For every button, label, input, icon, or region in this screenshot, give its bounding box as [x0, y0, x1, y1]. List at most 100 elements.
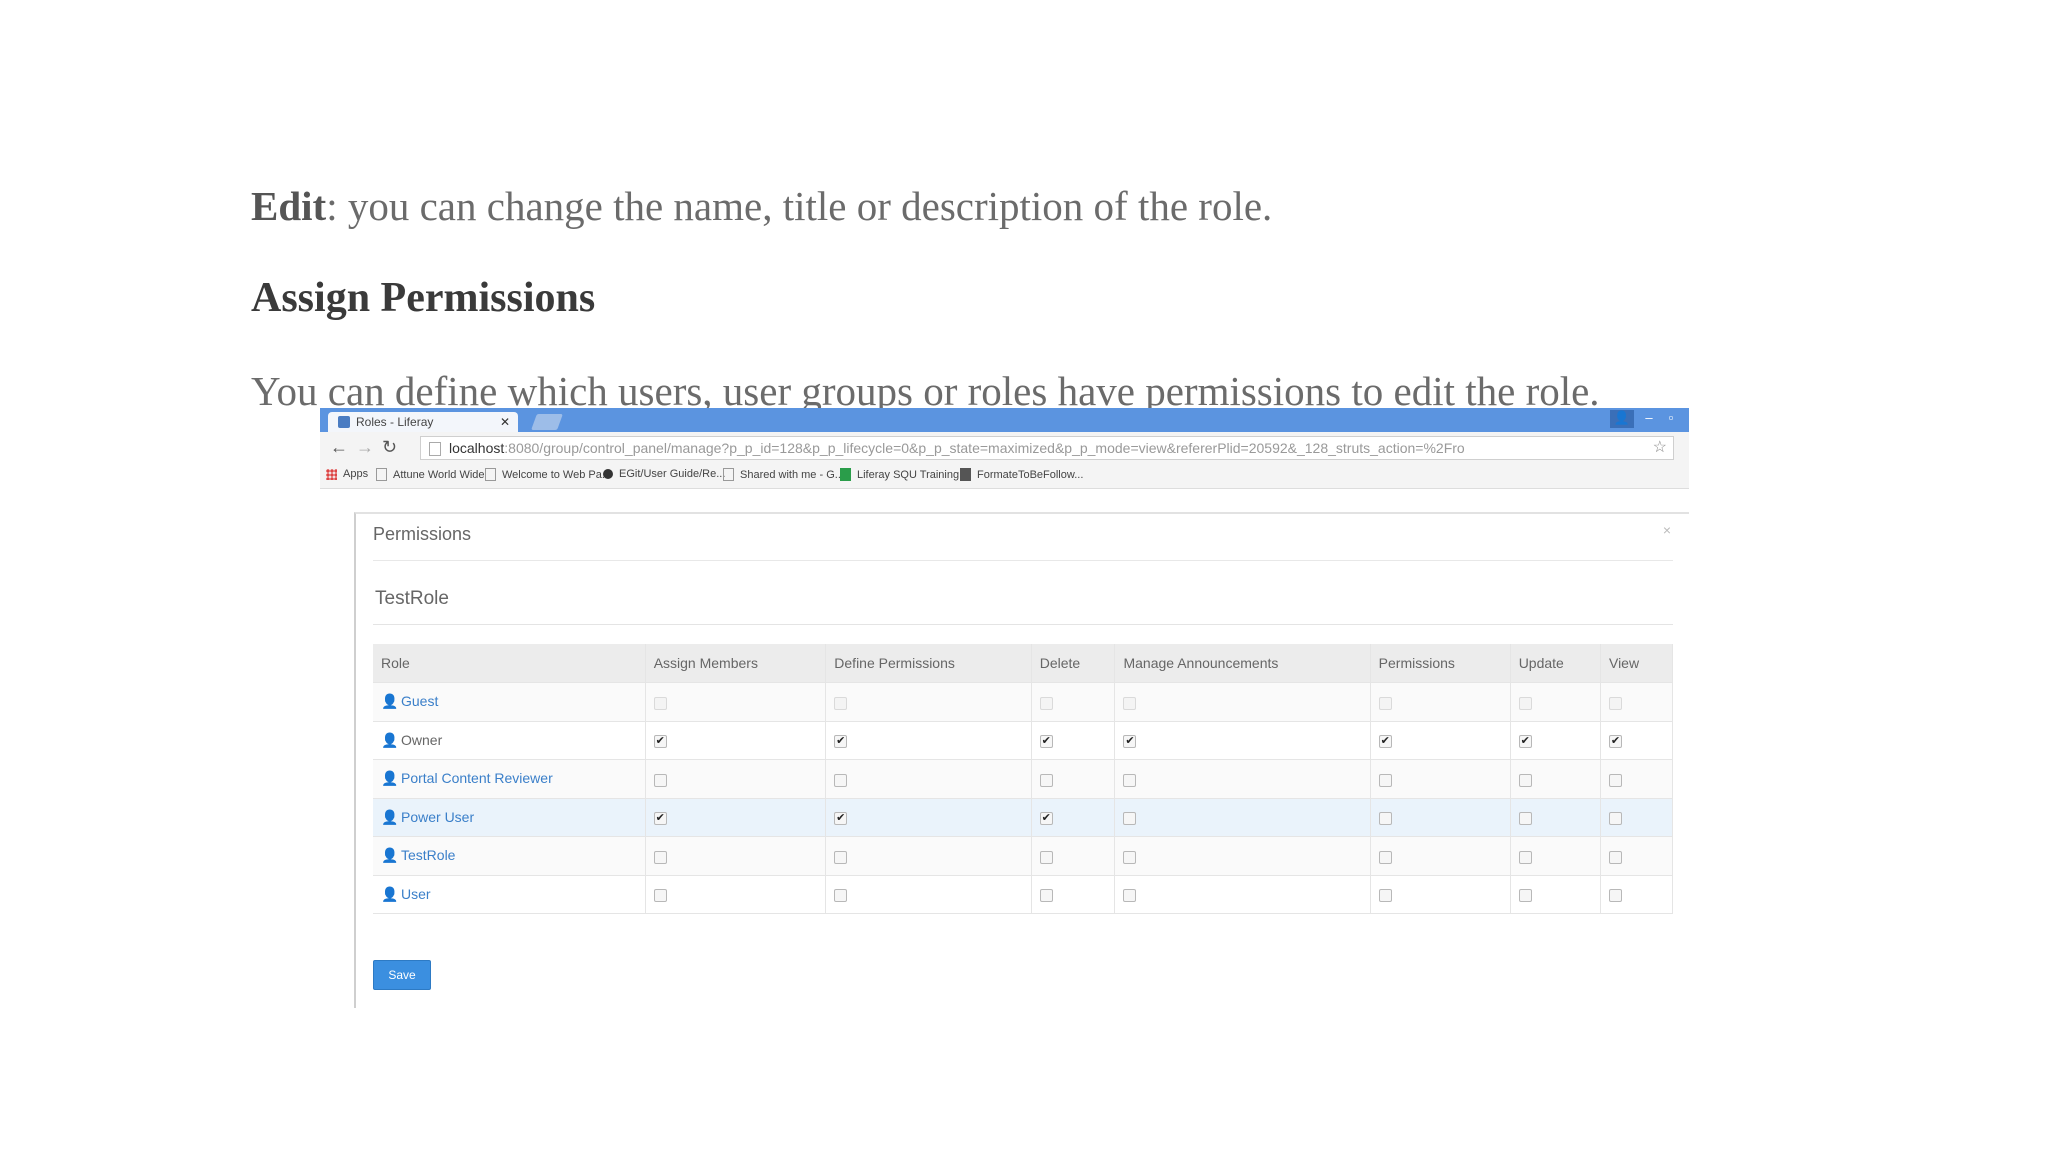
- bookmark-item[interactable]: Apps: [326, 468, 368, 480]
- permission-cell: [1114, 682, 1371, 722]
- permission-checkbox[interactable]: [1039, 889, 1053, 903]
- tab-close-icon[interactable]: ✕: [500, 415, 510, 429]
- edit-term: Edit: [251, 183, 327, 229]
- permission-checkbox[interactable]: [1518, 812, 1532, 826]
- url-field[interactable]: localhost:8080/group/control_panel/manag…: [420, 436, 1674, 460]
- permission-checkbox[interactable]: ✔: [834, 735, 848, 749]
- url-host: localhost: [449, 440, 505, 456]
- bookmark-item[interactable]: Welcome to Web Pa...: [485, 468, 611, 481]
- permission-checkbox: [1378, 696, 1392, 710]
- bookmark-page-icon: [960, 468, 971, 481]
- bookmark-page-icon: [603, 469, 613, 479]
- role-link[interactable]: Guest: [401, 693, 438, 709]
- permission-cell: [825, 759, 1032, 799]
- bookmark-label: Attune World Wide: [393, 468, 485, 481]
- permission-checkbox[interactable]: [1378, 889, 1392, 903]
- url-path: :8080/group/control_panel/manage?p_p_id=…: [504, 440, 1465, 456]
- permission-checkbox[interactable]: ✔: [834, 812, 848, 826]
- permission-cell: [825, 836, 1032, 876]
- permission-cell: ✔: [645, 721, 827, 760]
- permission-checkbox[interactable]: ✔: [1378, 735, 1392, 749]
- minimize-icon[interactable]: –: [1640, 410, 1658, 428]
- dialog-title: Permissions: [373, 524, 472, 544]
- bookmark-star-icon[interactable]: ☆: [1653, 437, 1667, 459]
- permission-checkbox[interactable]: [1608, 850, 1622, 864]
- bookmark-item[interactable]: Shared with me - G...: [723, 468, 844, 481]
- permission-cell: ✔: [825, 798, 1032, 837]
- permission-checkbox[interactable]: ✔: [1039, 812, 1053, 826]
- page-icon: [429, 442, 441, 457]
- new-tab-button[interactable]: [531, 414, 563, 430]
- permissions-table: Role Assign Members Define Permissions Dele…: [373, 644, 1674, 914]
- permission-checkbox[interactable]: [1378, 850, 1392, 864]
- permission-checkbox[interactable]: [1039, 850, 1053, 864]
- profile-icon[interactable]: 👤: [1610, 410, 1634, 428]
- permission-checkbox[interactable]: ✔: [1123, 735, 1137, 749]
- permission-checkbox[interactable]: [1518, 773, 1532, 787]
- back-arrow-icon[interactable]: ←: [330, 437, 348, 458]
- permission-checkbox[interactable]: ✔: [1518, 735, 1532, 749]
- permission-checkbox[interactable]: [1378, 812, 1392, 826]
- role-link[interactable]: User: [401, 886, 431, 902]
- permission-checkbox[interactable]: [1039, 773, 1053, 787]
- permission-checkbox: [834, 696, 848, 710]
- close-icon[interactable]: ×: [1663, 522, 1671, 538]
- bookmark-item[interactable]: FormateToBeFollow...: [960, 468, 1083, 481]
- permission-checkbox[interactable]: [1123, 773, 1137, 787]
- permission-cell: [1370, 682, 1511, 722]
- permission-checkbox[interactable]: ✔: [1039, 735, 1053, 749]
- permission-cell: [1510, 759, 1601, 799]
- maximize-icon[interactable]: ▫: [1662, 410, 1680, 428]
- permission-checkbox[interactable]: [1378, 773, 1392, 787]
- bookmark-page-icon: [840, 468, 851, 481]
- section-heading: Assign Permissions: [251, 275, 596, 321]
- permission-checkbox[interactable]: [834, 889, 848, 903]
- table-body: 👤 Guest 👤 Owner ✔ ✔ ✔ ✔ ✔ ✔ ✔ 👤 Portal Content Revie…: [373, 682, 1674, 914]
- user-icon: 👤: [381, 731, 399, 748]
- permission-cell: [1510, 682, 1601, 722]
- permission-checkbox[interactable]: [834, 773, 848, 787]
- permission-checkbox: [1123, 696, 1137, 710]
- forward-arrow-icon[interactable]: →: [356, 437, 374, 458]
- browser-tab[interactable]: Roles - Liferay ✕: [328, 412, 518, 432]
- permission-checkbox[interactable]: ✔: [653, 812, 667, 826]
- user-icon: 👤: [381, 808, 399, 825]
- permission-cell: [1114, 759, 1371, 799]
- table-header-row: Role Assign Members Define Permissions Dele…: [373, 644, 1674, 683]
- permission-checkbox[interactable]: [1518, 889, 1532, 903]
- divider: [373, 624, 1673, 625]
- role-link[interactable]: TestRole: [401, 847, 455, 863]
- bookmark-item[interactable]: Attune World Wide: [376, 468, 485, 481]
- permission-checkbox[interactable]: [834, 850, 848, 864]
- permission-cell: [1510, 836, 1601, 876]
- reload-icon[interactable]: ↻: [382, 437, 397, 458]
- permission-cell: [645, 682, 827, 722]
- role-link[interactable]: Power User: [401, 809, 474, 825]
- permission-cell: [825, 875, 1032, 914]
- bookmark-item[interactable]: Liferay SQU Training...: [840, 468, 968, 481]
- permission-checkbox[interactable]: [1608, 889, 1622, 903]
- permission-checkbox[interactable]: [653, 773, 667, 787]
- permission-checkbox[interactable]: [1123, 812, 1137, 826]
- table-row: 👤 Owner ✔ ✔ ✔ ✔ ✔ ✔ ✔: [373, 721, 1674, 760]
- permission-checkbox[interactable]: [1518, 850, 1532, 864]
- column-header: Define Permissions: [825, 644, 1032, 683]
- permission-checkbox[interactable]: [1608, 812, 1622, 826]
- column-header: Manage Announcements: [1114, 644, 1371, 683]
- permission-checkbox[interactable]: [653, 850, 667, 864]
- bookmark-item[interactable]: EGit/User Guide/Re...: [603, 468, 725, 480]
- permission-checkbox[interactable]: [1123, 889, 1137, 903]
- role-link[interactable]: Portal Content Reviewer: [401, 770, 553, 786]
- permission-cell: [1510, 798, 1601, 837]
- permission-checkbox[interactable]: [653, 889, 667, 903]
- column-header: View: [1600, 644, 1674, 683]
- guest-user-icon: 👤: [381, 693, 399, 710]
- permission-checkbox[interactable]: ✔: [653, 735, 667, 749]
- permission-cell: [825, 682, 1032, 722]
- permission-checkbox[interactable]: ✔: [1608, 735, 1622, 749]
- save-button[interactable]: Save: [373, 960, 431, 990]
- permission-checkbox[interactable]: [1123, 850, 1137, 864]
- permission-checkbox[interactable]: [1608, 773, 1622, 787]
- permission-cell: [1600, 759, 1674, 799]
- bookmark-label: Apps: [343, 468, 369, 480]
